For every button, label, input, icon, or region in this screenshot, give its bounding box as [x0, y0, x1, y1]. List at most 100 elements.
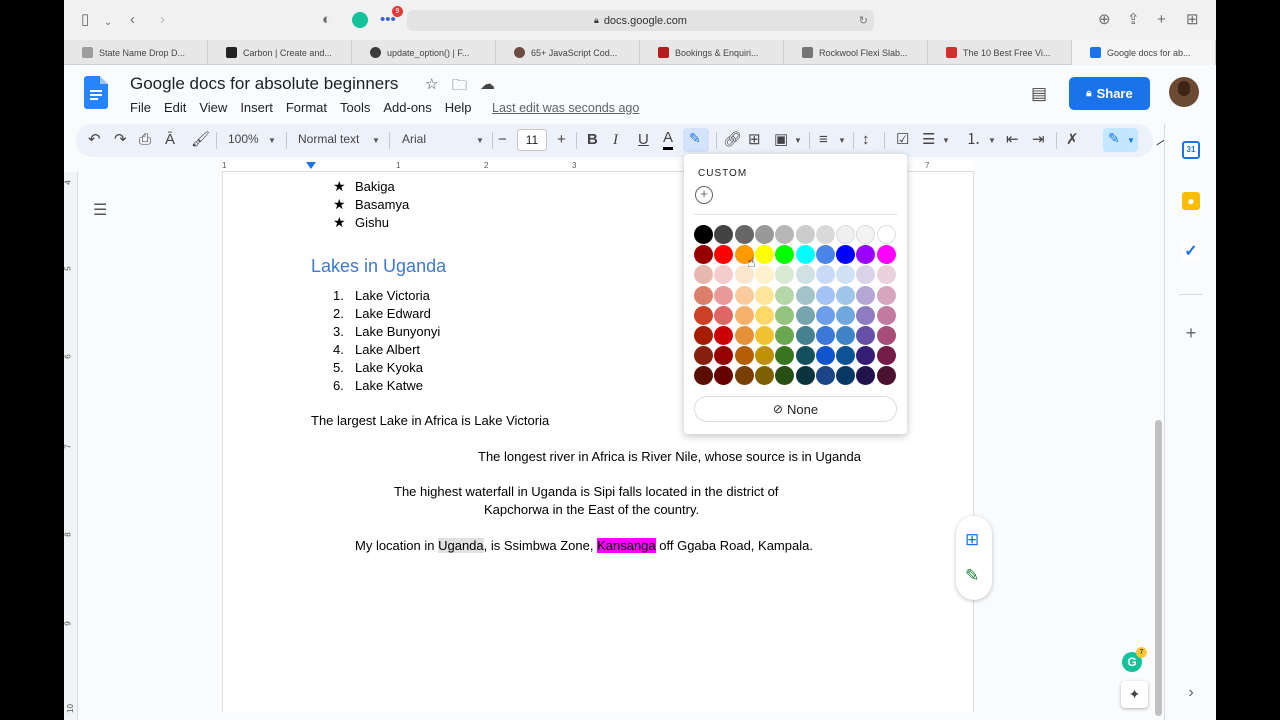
color-swatch[interactable] — [775, 305, 795, 325]
menu-help[interactable]: Help — [445, 100, 472, 115]
color-swatch[interactable] — [754, 285, 774, 305]
color-swatch[interactable] — [775, 346, 795, 366]
color-swatch[interactable] — [775, 285, 795, 305]
menu-insert[interactable]: Insert — [240, 100, 273, 115]
color-swatch[interactable] — [815, 305, 835, 325]
add-custom-color-icon[interactable]: + — [695, 186, 713, 204]
color-swatch[interactable] — [775, 245, 795, 265]
color-swatch[interactable] — [714, 265, 734, 285]
color-swatch[interactable] — [876, 265, 896, 285]
document-outline-icon[interactable]: ☰ — [93, 200, 107, 220]
bulleted-list-icon[interactable]: ☰ — [922, 130, 935, 150]
cloud-saved-icon[interactable]: ☁︎ — [480, 75, 495, 93]
color-swatch[interactable] — [876, 225, 896, 244]
none-color-button[interactable]: ⊘ None — [694, 396, 897, 422]
menu-edit[interactable]: Edit — [164, 100, 186, 115]
color-swatch[interactable] — [876, 285, 896, 305]
color-swatch[interactable] — [836, 265, 856, 285]
tab-overview-icon[interactable]: ⊞ — [1186, 11, 1199, 29]
reload-icon[interactable]: ↻ — [859, 14, 868, 27]
color-swatch[interactable] — [775, 366, 795, 386]
sidebar-icon[interactable]: ▯ — [81, 11, 89, 29]
share-icon[interactable]: ⇪ — [1127, 11, 1140, 29]
color-swatch[interactable] — [694, 366, 713, 386]
color-swatch[interactable] — [836, 366, 856, 386]
color-swatch[interactable] — [754, 225, 774, 244]
add-comment-icon[interactable]: ⊞ — [965, 530, 979, 550]
color-swatch[interactable] — [795, 285, 815, 305]
color-swatch[interactable] — [795, 305, 815, 325]
forward-icon[interactable]: › — [160, 11, 165, 29]
download-icon[interactable]: ⊕ — [1098, 11, 1111, 29]
color-swatch[interactable] — [795, 366, 815, 386]
color-swatch[interactable] — [734, 326, 754, 345]
increase-indent-icon[interactable]: ⇥ — [1032, 130, 1045, 150]
color-swatch[interactable] — [754, 265, 774, 285]
color-swatch[interactable] — [694, 245, 713, 265]
color-swatch[interactable] — [876, 245, 896, 265]
scrollbar[interactable] — [1155, 420, 1162, 716]
explore-icon[interactable]: ✦ — [1121, 681, 1148, 708]
editing-mode-button[interactable]: ✎ ▼ — [1103, 128, 1138, 152]
color-swatch[interactable] — [775, 326, 795, 345]
document-title[interactable]: Google docs for absolute beginners — [130, 74, 398, 94]
bold-button[interactable]: B — [587, 130, 598, 150]
color-swatch[interactable] — [815, 366, 835, 386]
expand-panel-icon[interactable]: › — [1182, 684, 1200, 702]
add-addon-icon[interactable]: + — [1182, 324, 1200, 342]
font-select[interactable]: Arial — [402, 132, 426, 146]
color-swatch[interactable] — [876, 346, 896, 366]
color-swatch[interactable] — [734, 285, 754, 305]
color-swatch[interactable] — [734, 225, 754, 244]
text-color-button[interactable]: A — [663, 130, 674, 150]
style-select[interactable]: Normal text — [298, 132, 359, 146]
browser-tab-active[interactable]: Google docs for ab... — [1072, 40, 1216, 65]
italic-button[interactable]: I — [613, 130, 618, 150]
increase-font-size-button[interactable]: + — [557, 130, 566, 150]
checklist-icon[interactable]: ☑ — [896, 130, 909, 150]
color-swatch[interactable] — [836, 326, 856, 345]
color-swatch[interactable] — [714, 305, 734, 325]
color-swatch[interactable] — [836, 225, 856, 244]
menu-tools[interactable]: Tools — [340, 100, 370, 115]
highlight-color-button[interactable]: ✎ — [683, 128, 709, 152]
tasks-icon[interactable]: ✓ — [1182, 243, 1200, 261]
zoom-select[interactable]: 100% — [228, 132, 259, 146]
color-swatch[interactable] — [876, 326, 896, 345]
color-swatch[interactable] — [815, 326, 835, 345]
share-button[interactable]: 🔒︎ Share — [1069, 77, 1150, 110]
menu-format[interactable]: Format — [286, 100, 327, 115]
line-spacing-icon[interactable]: ↕ — [862, 130, 870, 150]
color-swatch[interactable] — [795, 245, 815, 265]
decrease-indent-icon[interactable]: ⇤ — [1006, 130, 1019, 150]
color-swatch[interactable] — [714, 346, 734, 366]
color-swatch[interactable] — [694, 305, 713, 325]
underline-button[interactable]: U — [638, 130, 649, 150]
add-comment-icon[interactable]: ⊞ — [748, 130, 761, 150]
font-size-input[interactable]: 11 — [517, 129, 547, 151]
color-swatch[interactable] — [876, 305, 896, 325]
color-swatch[interactable] — [856, 245, 876, 265]
color-swatch[interactable] — [734, 305, 754, 325]
avatar[interactable] — [1169, 77, 1199, 107]
color-swatch[interactable] — [815, 245, 835, 265]
color-swatch[interactable] — [795, 326, 815, 345]
undo-icon[interactable]: ↶ — [88, 130, 101, 150]
color-swatch[interactable] — [754, 326, 774, 345]
color-swatch[interactable] — [694, 326, 713, 345]
numbered-list-icon[interactable]: ⒈ — [966, 130, 981, 150]
color-swatch[interactable] — [795, 346, 815, 366]
grammarly-extension-icon[interactable] — [352, 12, 368, 28]
color-swatch[interactable] — [815, 225, 835, 244]
browser-tab[interactable]: Bookings & Enquiri... — [640, 40, 784, 65]
move-folder-icon[interactable]: 🗀︎ — [452, 75, 467, 100]
color-swatch[interactable] — [795, 265, 815, 285]
color-swatch[interactable] — [876, 366, 896, 386]
color-swatch[interactable] — [694, 285, 713, 305]
color-swatch[interactable] — [694, 225, 713, 244]
menu-file[interactable]: File — [130, 100, 151, 115]
color-swatch[interactable] — [694, 265, 713, 285]
comment-history-icon[interactable]: ▤ — [1031, 84, 1047, 104]
color-swatch[interactable] — [856, 346, 876, 366]
color-swatch[interactable] — [836, 285, 856, 305]
